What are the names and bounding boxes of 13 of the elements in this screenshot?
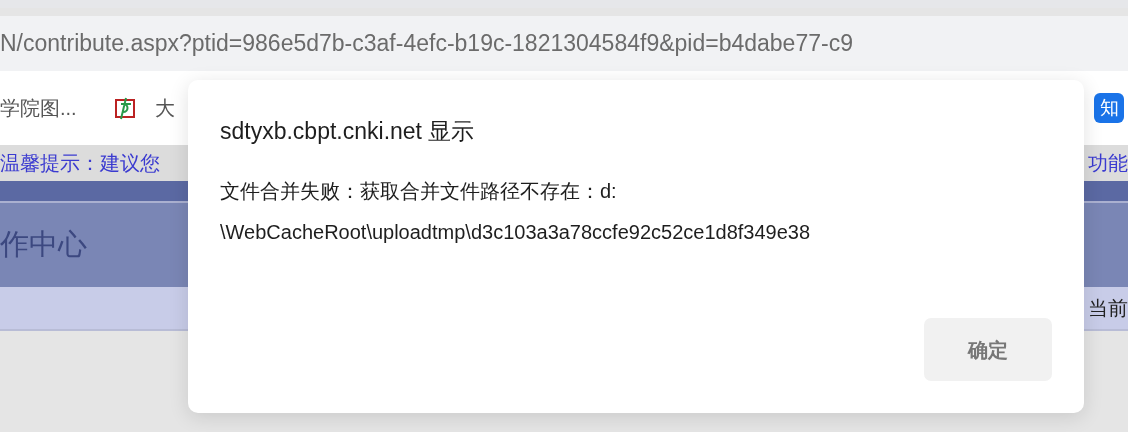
dialog-title: sdtyxb.cbpt.cnki.net 显示 bbox=[220, 117, 476, 146]
address-bar[interactable]: N/contribute.aspx?ptid=986e5d7b-c3af-4efc-b19c-1821304584f9&pid=b4dabe77-c9 bbox=[0, 16, 1128, 71]
bookmark-icon[interactable]: 知 bbox=[1094, 93, 1124, 123]
notice-text: 温馨提示：建议您 bbox=[0, 151, 160, 176]
bookmark-item[interactable]: 学院图... bbox=[0, 93, 77, 123]
dialog-message: 文件合并失败：获取合并文件路径不存在：d: bbox=[220, 178, 618, 204]
header-title: 作中心 bbox=[0, 227, 87, 263]
breadcrumb-text: 当前 bbox=[1088, 296, 1128, 321]
bookmark-item[interactable]: 大 bbox=[112, 93, 175, 123]
notice-text: 功能 bbox=[1088, 151, 1128, 176]
dialog-message: \WebCacheRoot\uploadtmp\d3c103a3a78ccfe92c52ce1d8f349e38 bbox=[220, 219, 812, 245]
bookmark-icon bbox=[112, 96, 137, 120]
ok-button[interactable]: 确定 bbox=[924, 318, 1052, 381]
